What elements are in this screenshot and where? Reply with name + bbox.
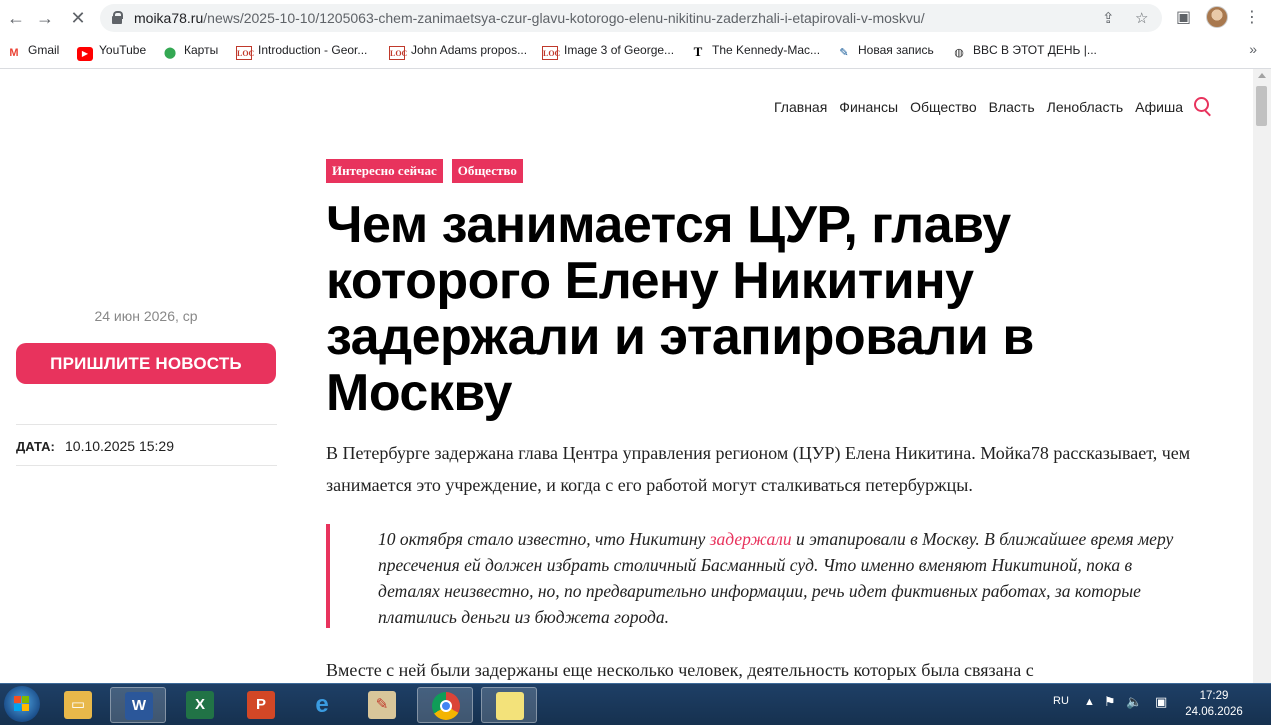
internet-explorer-icon: e: [315, 691, 329, 718]
windows-flag-icon: [14, 696, 30, 712]
bookmark-nyt[interactable]: T The Kennedy-Mac...: [690, 41, 820, 59]
url-path: /news/2025-10-10/1205063-chem-zanimaetsy…: [203, 10, 925, 26]
bookmark-label: YouTube: [99, 43, 147, 57]
chevron-more-icon[interactable]: »: [1249, 41, 1257, 57]
tag-interesting-now[interactable]: Интересно сейчас: [326, 159, 443, 183]
bookmark-label: Карты: [184, 43, 219, 57]
loc-icon: LOC: [389, 46, 407, 60]
profile-avatar[interactable]: [1206, 6, 1228, 28]
quote-text-start: 10 октября стало известно, что Никитину: [378, 529, 710, 549]
taskbar-chrome[interactable]: [417, 687, 473, 723]
date-value: 10.10.2025 15:29: [65, 438, 174, 454]
sticky-notes-icon: [496, 692, 524, 720]
bookmark-gmail[interactable]: M Gmail: [6, 41, 59, 59]
clock-time: 17:29: [1199, 690, 1229, 702]
taskbar-powerpoint[interactable]: P: [233, 687, 289, 723]
taskbar-explorer[interactable]: ▭: [50, 687, 106, 723]
bookmark-loc-1[interactable]: LOC Introduction - Geor...: [236, 41, 368, 60]
nav-item-finance[interactable]: Финансы: [839, 99, 898, 115]
address-bar[interactable]: moika78.ru/news/2025-10-10/1205063-chem-…: [100, 4, 1162, 32]
show-hidden-icons-icon[interactable]: ▲: [1084, 696, 1095, 708]
nav-item-afisha[interactable]: Афиша: [1135, 99, 1183, 115]
article-quote: 10 октября стало известно, что Никитину …: [326, 524, 1206, 628]
start-button[interactable]: [4, 686, 40, 722]
bookmark-youtube[interactable]: ▶ YouTube: [77, 41, 147, 61]
scrollbar-thumb[interactable]: [1256, 86, 1267, 126]
browser-toolbar: ← → ✕ moika78.ru/news/2025-10-10/1205063…: [0, 0, 1271, 36]
nav-item-home[interactable]: Главная: [774, 99, 827, 115]
article-paragraph: Вместе с ней были задержаны еще нескольк…: [326, 660, 1034, 680]
page-scrollbar[interactable]: [1253, 69, 1271, 683]
bookmark-label: Gmail: [28, 43, 60, 57]
scroll-up-icon[interactable]: [1258, 73, 1266, 78]
send-news-button[interactable]: ПРИШЛИТЕ НОВОСТЬ: [16, 343, 276, 384]
bookmark-loc-3[interactable]: LOC Image 3 of George...: [542, 41, 675, 60]
action-center-icon[interactable]: ⚑: [1104, 694, 1116, 710]
article-lead: В Петербурге задержана глава Центра упра…: [326, 443, 1191, 495]
paint-icon: ✎: [368, 691, 396, 719]
quote-text: 10 октября стало известно, что Никитину …: [378, 526, 1198, 630]
forward-icon[interactable]: →: [35, 8, 55, 28]
nav-item-society[interactable]: Общество: [910, 99, 977, 115]
today-date: 24 июн 2026, ср: [94, 308, 198, 324]
language-indicator[interactable]: RU: [1053, 695, 1069, 707]
bookmark-label: BBC В ЭТОТ ДЕНЬ |...: [973, 43, 1097, 57]
chrome-icon: [432, 692, 460, 720]
search-icon[interactable]: [1194, 97, 1214, 117]
taskbar-clock[interactable]: 17:29 24.06.2026: [1180, 688, 1248, 720]
lock-icon: [112, 11, 123, 24]
date-label: ДАТА:: [16, 439, 55, 454]
clock-date: 24.06.2026: [1185, 706, 1243, 718]
bookmark-label: Image 3 of George...: [564, 43, 675, 57]
stop-loading-icon[interactable]: ✕: [68, 8, 88, 28]
bookmark-maps[interactable]: ⬤ Карты: [162, 41, 218, 59]
nav-item-lenoblast[interactable]: Ленобласть: [1047, 99, 1124, 115]
bookmark-bbc[interactable]: ◍ BBC В ЭТОТ ДЕНЬ |...: [951, 41, 1097, 59]
folder-icon: ▭: [64, 691, 92, 719]
bookmarks-bar: M Gmail ▶ YouTube ⬤ Карты LOC Introduction -…: [0, 38, 1271, 62]
loc-icon: LOC: [236, 46, 254, 60]
tag-society[interactable]: Общество: [451, 159, 523, 183]
nav-item-power[interactable]: Власть: [989, 99, 1035, 115]
bookmark-label: Introduction - Geor...: [258, 43, 368, 57]
taskbar-notes[interactable]: [481, 687, 537, 723]
globe-icon: ◍: [954, 47, 964, 59]
article-tags: Интересно сейчас Общество: [326, 159, 532, 183]
share-icon[interactable]: ⇪: [1102, 9, 1115, 27]
sidebar-toggle-icon[interactable]: ▣: [1176, 7, 1191, 27]
taskbar-word[interactable]: W: [110, 687, 166, 723]
bookmark-label: Новая запись: [858, 43, 934, 57]
excel-icon: X: [186, 691, 214, 719]
bookmark-label: The Kennedy-Mac...: [712, 43, 821, 57]
taskbar-ie[interactable]: e: [294, 687, 350, 723]
menu-icon[interactable]: ⋮: [1244, 7, 1260, 27]
powerpoint-icon: P: [247, 691, 275, 719]
quote-link-detained[interactable]: задержали: [710, 529, 792, 549]
back-icon[interactable]: ←: [6, 8, 26, 28]
gmail-icon: M: [9, 47, 19, 59]
bookmark-loc-2[interactable]: LOC John Adams propos...: [389, 41, 528, 60]
bookmark-livejournal[interactable]: ✎ Новая запись: [836, 41, 934, 59]
livejournal-icon: ✎: [839, 47, 849, 59]
volume-icon[interactable]: 🔈: [1126, 694, 1142, 710]
bookmark-star-icon[interactable]: ☆: [1135, 9, 1148, 27]
url-text[interactable]: moika78.ru/news/2025-10-10/1205063-chem-…: [134, 10, 925, 26]
article-title: Чем занимается ЦУР, главу которого Елену…: [326, 196, 1034, 422]
word-icon: W: [125, 692, 153, 720]
youtube-icon: ▶: [77, 47, 93, 61]
browser-chrome: ← → ✕ moika78.ru/news/2025-10-10/1205063…: [0, 0, 1271, 69]
windows-taskbar: ▭ W X P e ✎ RU ▲ ⚑ 🔈 ▣ 17:29 24.06.2026: [0, 683, 1271, 725]
network-icon[interactable]: ▣: [1155, 694, 1167, 710]
maps-icon: ⬤: [163, 47, 177, 59]
taskbar-paint[interactable]: ✎: [354, 687, 410, 723]
bookmark-label: John Adams propos...: [411, 43, 528, 57]
loc-icon: LOC: [542, 46, 560, 60]
article-meta: ДАТА: 10.10.2025 15:29: [16, 424, 277, 466]
web-page: Главная Финансы Общество Власть Ленобласть Аф…: [0, 69, 1253, 683]
url-host: moika78.ru: [134, 10, 204, 26]
taskbar-excel[interactable]: X: [172, 687, 228, 723]
nyt-icon: T: [693, 44, 703, 59]
site-nav: Главная Финансы Общество Власть Ленобласть Аф…: [774, 99, 1195, 115]
